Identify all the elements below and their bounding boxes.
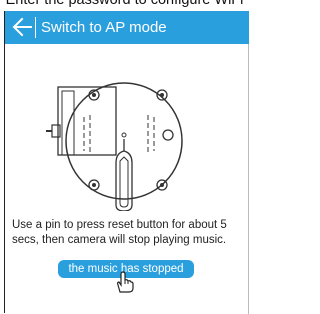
page-title: Switch to AP mode (41, 19, 167, 36)
right-edge (248, 44, 249, 314)
instructions-text: Use a pin to press reset button for abou… (12, 219, 227, 246)
arrow-left-icon (12, 17, 32, 37)
header-caption: Enter the password to configure WiFi (5, 0, 244, 8)
title-divider (35, 17, 36, 38)
camera-reset-pin-icon (46, 82, 183, 212)
pointing-hand-icon (112, 270, 136, 299)
back-button[interactable] (9, 13, 37, 41)
title-bar: Switch to AP mode (5, 11, 249, 44)
camera-reset-pin-illustration (44, 81, 204, 216)
